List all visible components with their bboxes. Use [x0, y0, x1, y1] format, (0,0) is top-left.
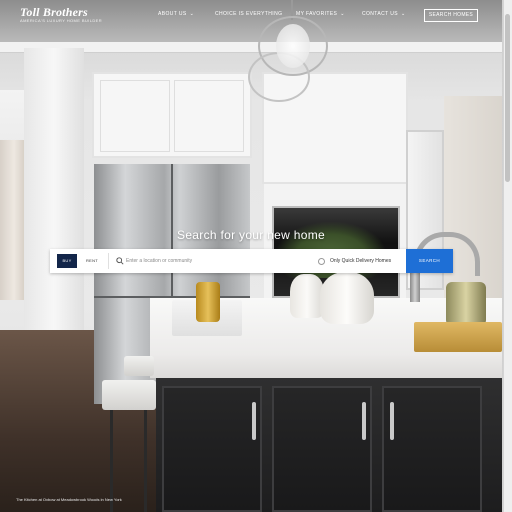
nav-about-us[interactable]: About Us ⌄ — [158, 11, 194, 17]
nav-contact-us-label: Contact Us — [362, 11, 399, 17]
nav-choice-is-everything[interactable]: Choice is Everything — [215, 11, 282, 17]
quick-delivery-radio[interactable] — [318, 258, 325, 265]
tab-rent[interactable]: Rent — [81, 254, 103, 268]
divider — [108, 253, 109, 269]
gold-tray — [414, 322, 502, 352]
cabinet-door — [174, 80, 244, 152]
search-homes-button[interactable]: Search Homes — [424, 9, 478, 22]
oil-bottle — [196, 282, 220, 322]
site-header: Toll Brothers America's Luxury Home Buil… — [0, 0, 502, 34]
vase — [320, 272, 374, 324]
search-icon — [116, 257, 124, 265]
logo[interactable]: Toll Brothers America's Luxury Home Buil… — [20, 6, 102, 24]
chevron-down-icon: ⌄ — [340, 11, 345, 17]
location-search-input[interactable] — [126, 253, 312, 269]
nav-my-favorites[interactable]: My Favorites ⌄ — [296, 11, 345, 17]
island-door — [272, 386, 372, 512]
chevron-down-icon: ⌄ — [401, 11, 406, 17]
island-door — [382, 386, 482, 512]
bar-stool — [100, 352, 156, 512]
scrollbar-thumb[interactable] — [505, 14, 510, 182]
chevron-down-icon: ⌄ — [189, 11, 195, 17]
nav-choice-label: Choice is Everything — [215, 11, 283, 17]
home-search-bar: Buy Rent Only Quick Delivery Homes Searc… — [50, 249, 453, 273]
nav-my-favorites-label: My Favorites — [296, 11, 338, 17]
cabinet-door — [100, 80, 170, 152]
logo-name: Toll Brothers — [20, 5, 88, 19]
nav-about-us-label: About Us — [158, 11, 187, 17]
kitchen-island — [156, 378, 502, 512]
search-button[interactable]: Search — [406, 249, 453, 273]
island-door — [162, 386, 262, 512]
logo-tagline: America's Luxury Home Builder — [20, 18, 103, 23]
nav-contact-us[interactable]: Contact Us ⌄ — [362, 11, 406, 17]
hero-heading: Search for your new home — [177, 228, 325, 242]
upper-cabinet-left — [92, 72, 252, 158]
photo-caption: The Kitchen at Oxbow at Meadowbrook Wood… — [16, 497, 122, 502]
quick-delivery-label[interactable]: Only Quick Delivery Homes — [330, 258, 391, 264]
tab-buy[interactable]: Buy — [57, 254, 77, 268]
vase — [290, 274, 324, 318]
